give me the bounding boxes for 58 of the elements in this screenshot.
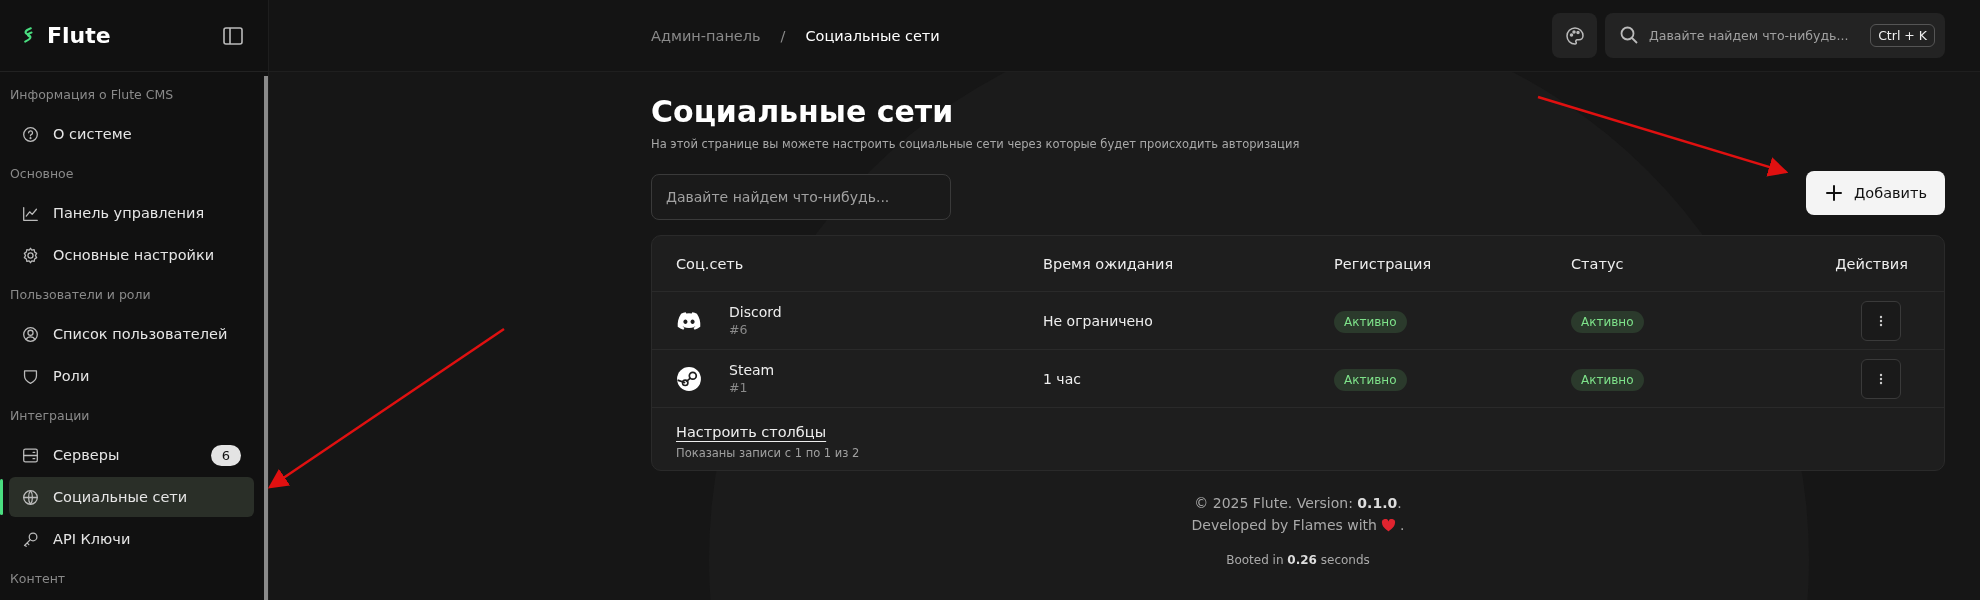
globe-icon	[22, 488, 39, 506]
section-title: Контент	[9, 570, 67, 588]
sidebar-item[interactable]: Основные настройки	[9, 235, 254, 275]
server-icon	[22, 446, 39, 464]
page-subtitle: На этой странице вы можете настроить социальные сети через которые будет происходить авторизация	[651, 137, 1301, 151]
copyright-text: © 2025 Flute. Version: 0.1.0.	[1194, 495, 1402, 511]
section-title: Интеграции	[9, 407, 91, 425]
user-icon	[22, 325, 39, 343]
heart-icon	[1381, 518, 1396, 532]
search-field[interactable]: Давайте найдем что-нибудь...	[651, 174, 951, 220]
plus-icon	[1824, 183, 1844, 203]
shortcut-key: Ctrl + K	[1870, 24, 1935, 47]
help-icon	[22, 125, 39, 143]
status-tag: Активно	[1571, 368, 1644, 391]
network-name: Steam	[729, 362, 775, 378]
breadcrumb-link[interactable]: Админ-панель	[651, 27, 761, 44]
table-cell-text: Не ограничено	[1043, 312, 1154, 329]
add-button[interactable]: Добавить	[1806, 171, 1945, 215]
column-header: Действия	[1834, 255, 1909, 272]
network-id: #6	[729, 322, 749, 337]
section-title: Информация о Flute CMS	[9, 86, 175, 104]
table-cell-text: 1 час	[1043, 370, 1082, 387]
sidebar-item[interactable]: О системе	[9, 114, 254, 154]
status-tag: Активно	[1334, 368, 1407, 391]
column-header: Время ожидания	[1043, 255, 1175, 272]
column-header: Соц.сеть	[676, 255, 745, 272]
section-title: Пользователи и роли	[9, 286, 152, 304]
chart-icon	[22, 204, 39, 222]
period-text: .	[1400, 517, 1405, 533]
boot-time-text: Booted in 0.26 seconds	[1226, 553, 1370, 567]
configure-columns-link[interactable]: Настроить столбцы	[676, 424, 827, 440]
gear-icon	[22, 246, 39, 264]
records-summary: Показаны записи с 1 по 1 из 2	[676, 446, 861, 460]
developed-text: Developed by Flames with	[1191, 517, 1377, 533]
sidebar-item[interactable]: API Ключи	[9, 519, 254, 559]
search-icon	[1619, 25, 1639, 45]
breadcrumb-separator: /	[780, 27, 786, 44]
sidebar-item[interactable]: Список пользователей	[9, 314, 254, 354]
status-tag: Активно	[1571, 310, 1644, 333]
brand-name: Flute	[47, 23, 111, 48]
section-title: Основное	[9, 165, 75, 183]
palette-button[interactable]	[1552, 13, 1597, 58]
column-header: Статус	[1571, 255, 1625, 272]
network-id: #1	[729, 380, 749, 395]
network-name: Discord	[729, 304, 782, 320]
palette-icon	[1564, 25, 1585, 46]
sidebar-toggle-icon[interactable]	[223, 26, 243, 45]
steam-icon	[676, 365, 702, 392]
shield-icon	[22, 367, 39, 385]
sidebar-item[interactable]: Серверы 6	[9, 435, 254, 475]
status-tag: Активно	[1334, 310, 1407, 333]
key-icon	[22, 530, 39, 548]
column-header: Регистрация	[1334, 255, 1433, 272]
sidebar-item[interactable]: Роли	[9, 356, 254, 396]
sidebar-item[interactable]: Панель управления	[9, 193, 254, 233]
breadcrumb-current: Социальные сети	[805, 27, 940, 44]
page-title: Социальные сети	[651, 94, 955, 129]
count-badge: 6	[210, 444, 241, 466]
